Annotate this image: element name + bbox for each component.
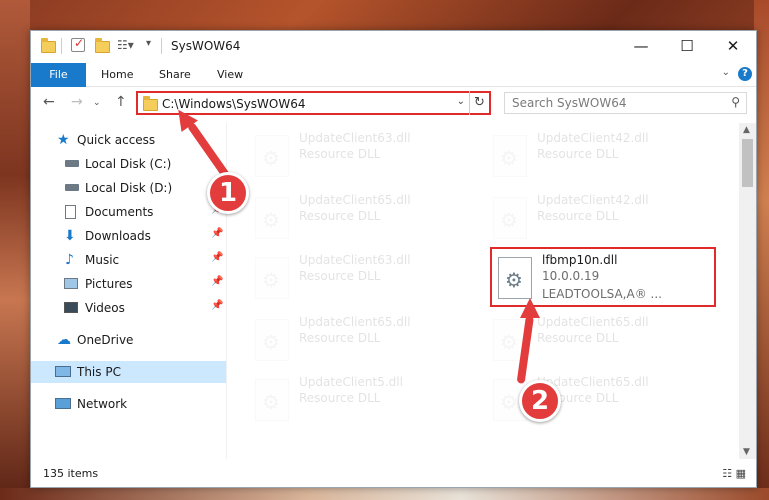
dll-file-icon — [493, 197, 527, 239]
scroll-down-icon[interactable]: ▼ — [743, 447, 750, 457]
drive-icon — [65, 160, 79, 167]
pin-icon[interactable]: 📌 — [211, 228, 223, 239]
star-icon: ★ — [57, 132, 70, 148]
drive-icon — [65, 184, 79, 191]
sidebar-item-this-pc[interactable]: This PC — [31, 361, 226, 383]
pictures-icon — [64, 278, 78, 289]
sidebar-item-local-disk-c[interactable]: Local Disk (C:) — [31, 153, 226, 175]
chevron-down-icon[interactable]: ▾ — [146, 38, 151, 54]
step-badge-1: 1 — [207, 172, 249, 214]
desktop-background-bottom — [0, 488, 769, 500]
tab-home[interactable]: Home — [101, 63, 133, 87]
view-toggle-icons[interactable]: ☷ ▦ — [722, 467, 746, 480]
minimize-button[interactable]: — — [618, 31, 664, 61]
dll-file-icon — [255, 379, 289, 421]
pin-icon[interactable]: 📌 — [211, 300, 223, 311]
sidebar-item-onedrive[interactable]: ☁ OneDrive — [31, 329, 226, 351]
step-badge-2: 2 — [519, 380, 561, 422]
dll-file-icon — [255, 135, 289, 177]
status-bar: 135 items ☷ ▦ — [31, 461, 756, 487]
scroll-up-icon[interactable]: ▲ — [743, 125, 750, 135]
sidebar-item-videos[interactable]: Videos 📌 — [31, 297, 226, 319]
file-company: LEADTOOLSA,A® ... — [542, 287, 662, 301]
sidebar-item-network[interactable]: Network — [31, 393, 226, 415]
ribbon: File Home Share View ⌄ ? — [31, 61, 756, 87]
item-count: 135 items — [43, 467, 99, 480]
dll-file-icon — [255, 197, 289, 239]
file-name: lfbmp10n.dll — [542, 253, 618, 267]
forward-icon[interactable]: → — [71, 94, 83, 110]
search-input[interactable]: Search SysWOW64 ⚲ — [504, 92, 747, 114]
dll-file-icon — [493, 135, 527, 177]
sidebar-item-music[interactable]: ♪ Music 📌 — [31, 249, 226, 271]
navigation-bar: ← → ⌄ ↑ C:\Windows\SysWOW64 ⌄ ↻ Search S… — [31, 88, 756, 118]
computer-icon — [55, 366, 71, 377]
arrow-head-2 — [520, 298, 540, 318]
chevron-down-icon[interactable]: ⌄ — [457, 96, 465, 107]
dll-file-icon — [498, 257, 532, 299]
sidebar-item-downloads[interactable]: ⬇ Downloads 📌 — [31, 225, 226, 247]
scrollbar-thumb[interactable] — [742, 139, 753, 187]
vertical-scrollbar[interactable]: ▲ ▼ — [739, 123, 756, 459]
tab-file[interactable]: File — [31, 63, 86, 87]
file-version: 10.0.0.19 — [542, 269, 600, 283]
folder-icon — [143, 96, 158, 111]
maximize-button[interactable]: ☐ — [664, 31, 710, 61]
dll-file-icon — [255, 257, 289, 299]
search-placeholder: Search SysWOW64 — [512, 96, 627, 110]
recent-locations-icon[interactable]: ⌄ — [93, 98, 101, 108]
downloads-icon: ⬇ — [64, 228, 76, 244]
sidebar-item-local-disk-d[interactable]: Local Disk (D:) — [31, 177, 226, 199]
help-icon[interactable]: ? — [738, 67, 752, 81]
chevron-down-icon[interactable]: ⌄ — [722, 67, 730, 78]
pin-icon[interactable]: 📌 — [211, 276, 223, 287]
sidebar-item-pictures[interactable]: Pictures 📌 — [31, 273, 226, 295]
network-icon — [55, 398, 71, 409]
file-item[interactable]: UpdateClient42.dll Resource DLL — [487, 127, 717, 185]
documents-icon — [65, 205, 76, 219]
tab-share[interactable]: Share — [159, 63, 191, 87]
refresh-icon[interactable]: ↻ — [469, 91, 489, 115]
divider — [161, 38, 162, 54]
file-item[interactable]: UpdateClient65.dll Resource DLL — [249, 311, 479, 369]
tab-view[interactable]: View — [217, 63, 243, 87]
properties-icon[interactable]: ✓ — [71, 36, 85, 52]
customize-toolbar-icon[interactable]: ☷▾ — [117, 38, 134, 54]
cloud-icon: ☁ — [57, 332, 71, 348]
close-button[interactable]: ✕ — [710, 31, 756, 61]
up-icon[interactable]: ↑ — [115, 94, 127, 110]
file-item[interactable]: UpdateClient5.dll Resource DLL — [249, 371, 479, 429]
sidebar-item-documents[interactable]: Documents 📌 — [31, 201, 226, 223]
desktop-background — [0, 0, 30, 500]
file-item[interactable]: UpdateClient42.dll Resource DLL — [487, 189, 717, 247]
file-item[interactable]: UpdateClient63.dll Resource DLL — [249, 127, 479, 185]
videos-icon — [64, 302, 78, 313]
search-icon[interactable]: ⚲ — [731, 95, 740, 109]
window-title: SysWOW64 — [171, 39, 241, 53]
divider — [61, 38, 62, 54]
file-item[interactable]: UpdateClient65.dll Resource DLL — [249, 189, 479, 247]
title-bar: ✓ ☷▾ ▾ SysWOW64 — ☐ ✕ — [31, 31, 756, 61]
dll-file-icon — [255, 319, 289, 361]
file-item[interactable]: UpdateClient63.dll Resource DLL — [249, 249, 479, 307]
music-icon: ♪ — [65, 252, 74, 268]
back-icon[interactable]: ← — [43, 94, 55, 110]
file-explorer-window: ✓ ☷▾ ▾ SysWOW64 — ☐ ✕ File Home Share Vi… — [30, 30, 757, 488]
pin-icon[interactable]: 📌 — [211, 252, 223, 263]
navigation-pane: ★ Quick access Local Disk (C:) Local Dis… — [31, 123, 226, 459]
file-list: UpdateClient63.dll Resource DLL UpdateCl… — [227, 123, 739, 459]
